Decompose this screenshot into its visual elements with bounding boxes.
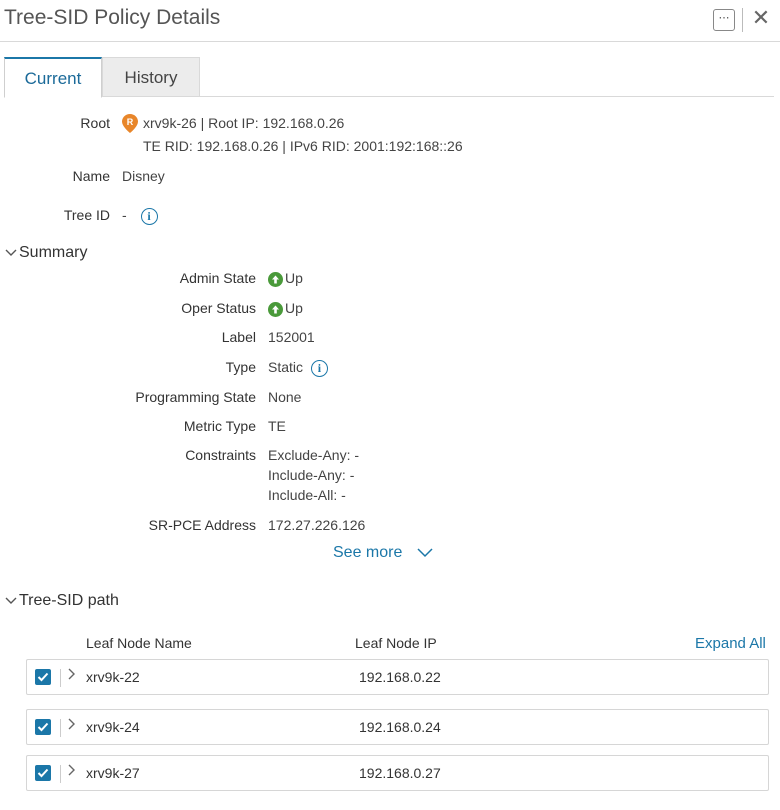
row-divider [60, 719, 61, 737]
header-divider [742, 8, 743, 32]
programming-state-value: None [268, 389, 302, 405]
admin-state-label: Admin State [179, 270, 256, 286]
admin-state-value: Up [268, 270, 303, 287]
srpce-address-value: 172.27.226.126 [268, 517, 366, 533]
summary-title: Summary [19, 244, 88, 261]
tab-current[interactable]: Current [4, 57, 102, 98]
metric-type-value: TE [268, 418, 286, 434]
chevron-down-icon [5, 246, 19, 260]
table-row[interactable]: xrv9k-24 192.168.0.24 [26, 709, 769, 745]
status-up-icon [268, 271, 283, 287]
close-icon[interactable]: ✕ [749, 5, 773, 31]
root-info-line2: TE RID: 192.168.0.26 | IPv6 RID: 2001:19… [143, 138, 463, 154]
label-field-label: Label [221, 329, 256, 345]
table-row[interactable]: xrv9k-27 192.168.0.27 [26, 755, 769, 791]
chevron-down-icon [5, 594, 19, 608]
root-info-line1: xrv9k-26 | Root IP: 192.168.0.26 [143, 115, 345, 131]
root-node-icon: R [122, 114, 138, 133]
info-icon[interactable]: i [310, 359, 328, 377]
dialog-title: Tree-SID Policy Details [4, 6, 221, 29]
table-row[interactable]: xrv9k-22 192.168.0.22 [26, 659, 769, 695]
expand-all-link[interactable]: Expand All [695, 635, 766, 652]
status-up-icon [268, 301, 283, 317]
chevron-right-icon[interactable] [67, 717, 77, 735]
constraints-exclude-any: Exclude-Any: - [268, 447, 360, 463]
tree-sid-path-section-toggle[interactable]: Tree-SID path [5, 592, 119, 610]
row-divider [60, 669, 61, 687]
programming-state-label: Programming State [135, 389, 256, 405]
root-badge-letter: R [127, 117, 134, 127]
dialog-header: Tree-SID Policy Details ⋯ ✕ [0, 0, 780, 42]
row-checkbox[interactable] [35, 719, 51, 735]
leaf-node-name: xrv9k-22 [86, 669, 140, 685]
metric-type-label: Metric Type [183, 418, 256, 434]
row-checkbox[interactable] [35, 669, 51, 685]
leaf-node-ip: 192.168.0.27 [359, 765, 441, 781]
constraints-include-any: Include-Any: - [268, 467, 355, 483]
row-divider [60, 765, 61, 783]
column-header-leaf-node-ip[interactable]: Leaf Node IP [355, 635, 437, 651]
root-label: Root [80, 115, 110, 131]
leaf-node-ip: 192.168.0.24 [359, 719, 441, 735]
type-value: Static i [268, 359, 328, 377]
chevron-down-icon [417, 548, 433, 557]
leaf-node-ip: 192.168.0.22 [359, 669, 441, 685]
tab-history[interactable]: History [102, 57, 200, 97]
oper-status-value: Up [268, 300, 303, 317]
more-options-icon[interactable]: ⋯ [713, 9, 735, 31]
summary-section-toggle[interactable]: Summary [5, 244, 87, 262]
name-value: Disney [122, 168, 165, 184]
tree-id-label: Tree ID [63, 207, 110, 223]
tree-id-value: - i [122, 207, 158, 225]
constraints-include-all: Include-All: - [268, 487, 346, 503]
tab-bar: Current History [4, 57, 774, 98]
leaf-node-name: xrv9k-24 [86, 719, 140, 735]
leaf-node-name: xrv9k-27 [86, 765, 140, 781]
info-icon[interactable]: i [140, 207, 158, 225]
constraints-label: Constraints [185, 447, 256, 463]
srpce-address-label: SR-PCE Address [148, 517, 256, 533]
name-label: Name [72, 168, 110, 184]
row-checkbox[interactable] [35, 765, 51, 781]
column-header-leaf-node-name[interactable]: Leaf Node Name [86, 635, 192, 651]
tree-sid-path-title: Tree-SID path [19, 592, 119, 609]
type-label: Type [225, 359, 256, 375]
see-more-link[interactable]: See more [333, 544, 433, 562]
chevron-right-icon[interactable] [67, 763, 77, 781]
oper-status-label: Oper Status [181, 300, 256, 316]
label-field-value: 152001 [268, 329, 315, 345]
chevron-right-icon[interactable] [67, 667, 77, 685]
